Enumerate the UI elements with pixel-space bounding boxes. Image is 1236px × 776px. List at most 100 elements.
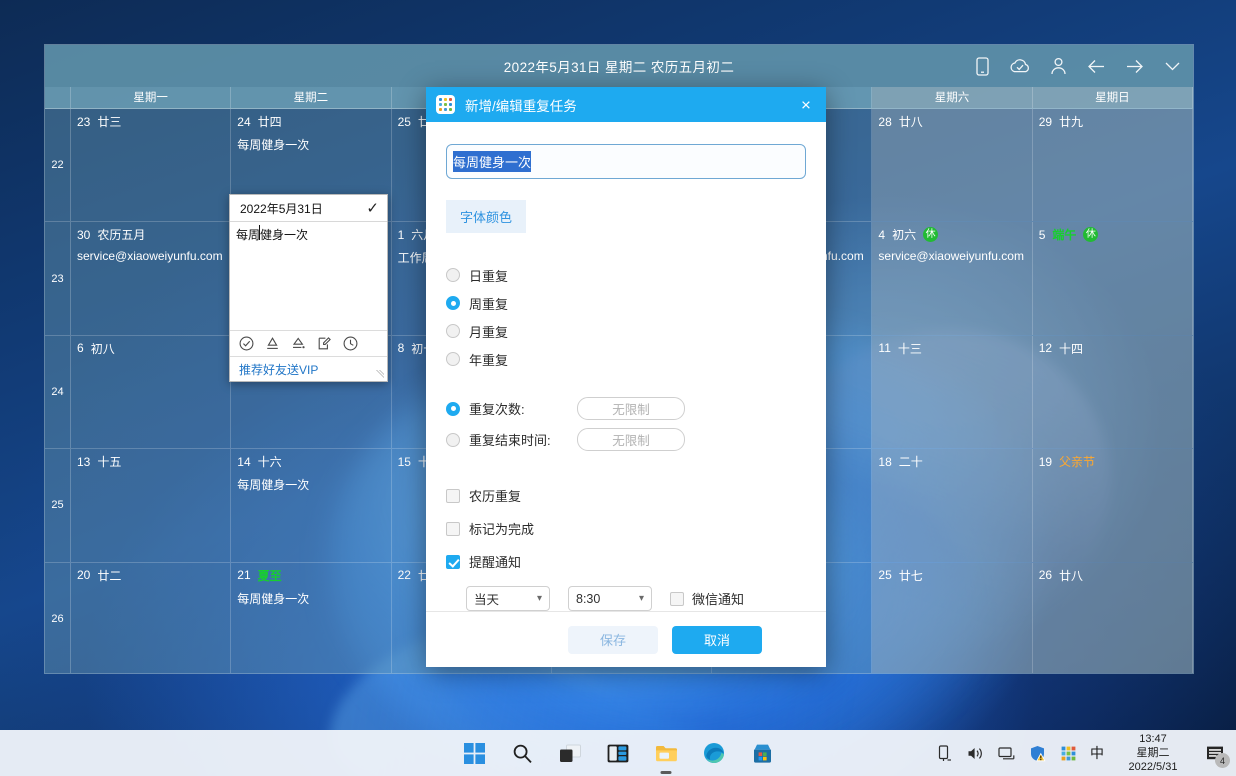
taskbar-app-group: [461, 740, 775, 766]
calendar-day-cell[interactable]: 18二十: [872, 449, 1032, 561]
clock-time: 13:47: [1139, 732, 1167, 746]
system-tray: 中 13:47 星期二 2022/5/31 4: [935, 732, 1228, 774]
notify-time-select[interactable]: 8:30 ▾: [568, 586, 652, 611]
repeat-option-radio[interactable]: [446, 268, 460, 282]
repeat-option-radio[interactable]: [446, 296, 460, 310]
option-checkbox-row[interactable]: 标记为完成: [446, 512, 806, 545]
day-number: 15: [398, 455, 411, 469]
calendar-day-cell[interactable]: 28廿八: [872, 109, 1032, 221]
repeat-option-label: 年重复: [469, 350, 508, 369]
weekday-header-1: 星期一: [71, 87, 231, 108]
task-name-input[interactable]: 每周健身一次: [446, 144, 806, 179]
chevron-down-icon[interactable]: [1161, 55, 1183, 77]
forward-arrow-icon[interactable]: [1123, 55, 1145, 77]
dialog-title: 新增/编辑重复任务: [465, 95, 577, 115]
cloud-sync-icon[interactable]: [1009, 55, 1031, 77]
clock-icon[interactable]: [343, 336, 358, 351]
repeat-option-row[interactable]: 日重复: [446, 261, 806, 289]
check-circle-icon[interactable]: [239, 336, 254, 351]
day-lunar-label: 初六: [892, 226, 916, 243]
volume-icon[interactable]: [966, 744, 984, 762]
edit-note-icon[interactable]: [317, 336, 332, 351]
file-explorer-icon[interactable]: [653, 740, 679, 766]
task-view-icon[interactable]: [557, 740, 583, 766]
repeat-end-radio[interactable]: [446, 402, 460, 416]
calendar-app-tray-icon[interactable]: [1059, 744, 1077, 762]
calendar-day-cell[interactable]: 4初六休service@xiaoweiyunfu.com: [872, 222, 1032, 334]
option-checkbox[interactable]: [446, 522, 460, 536]
repeat-end-input[interactable]: 无限制: [577, 428, 685, 451]
calendar-day-cell[interactable]: 23廿三: [71, 109, 231, 221]
close-icon[interactable]: ×: [796, 96, 816, 113]
day-number: 29: [1039, 115, 1052, 129]
repeat-end-input[interactable]: 无限制: [577, 397, 685, 420]
calendar-day-cell[interactable]: 13十五: [71, 449, 231, 561]
calendar-day-cell[interactable]: 14十六每周健身一次: [231, 449, 391, 561]
resize-grip[interactable]: [376, 370, 384, 378]
calendar-day-cell[interactable]: 21夏至每周健身一次: [231, 563, 391, 674]
widgets-icon[interactable]: [605, 740, 631, 766]
wechat-notify-checkbox[interactable]: [670, 592, 684, 606]
repeat-option-row[interactable]: 年重复: [446, 345, 806, 373]
option-checkbox-group: 农历重复标记为完成提醒通知: [446, 479, 806, 578]
calendar-day-cell[interactable]: 26廿八: [1033, 563, 1193, 674]
option-checkbox-label: 标记为完成: [469, 519, 534, 538]
day-lunar-label: 二十: [899, 453, 923, 470]
day-event-text[interactable]: service@xiaoweiyunfu.com: [878, 249, 1025, 263]
day-event-text[interactable]: 每周健身一次: [237, 590, 384, 607]
day-event-text[interactable]: 每周健身一次: [237, 476, 384, 493]
repeat-option-row[interactable]: 月重复: [446, 317, 806, 345]
taskbar-clock[interactable]: 13:47 星期二 2022/5/31: [1117, 732, 1189, 774]
option-checkbox-row[interactable]: 农历重复: [446, 479, 806, 512]
day-event-text[interactable]: 每周健身一次: [237, 136, 384, 153]
calendar-day-cell[interactable]: 25廿七: [872, 563, 1032, 674]
day-number: 25: [878, 568, 891, 582]
security-shield-icon[interactable]: [1028, 744, 1046, 762]
calendar-day-cell[interactable]: 30农历五月service@xiaoweiyunfu.com: [71, 222, 231, 334]
vip-referral-link[interactable]: 推荐好友送VIP: [239, 361, 318, 378]
day-lunar-label: 廿四: [258, 113, 282, 130]
repeat-task-dialog: 新增/编辑重复任务 × 每周健身一次 字体颜色 日重复周重复月重复年重复 重复次…: [426, 87, 826, 667]
day-event-text[interactable]: service@xiaoweiyunfu.com: [77, 249, 224, 263]
calendar-day-cell[interactable]: 12十四: [1033, 336, 1193, 448]
option-checkbox-row[interactable]: 提醒通知: [446, 545, 806, 578]
option-checkbox[interactable]: [446, 555, 460, 569]
paint-bucket-icon[interactable]: [291, 336, 306, 351]
option-checkbox-label: 农历重复: [469, 486, 521, 505]
ime-indicator[interactable]: 中: [1090, 743, 1104, 763]
calendar-day-cell[interactable]: 29廿九: [1033, 109, 1193, 221]
microsoft-store-icon[interactable]: [749, 740, 775, 766]
windows-taskbar: 中 13:47 星期二 2022/5/31 4: [0, 730, 1236, 776]
search-icon[interactable]: [509, 740, 535, 766]
start-button[interactable]: [461, 740, 487, 766]
usb-eject-icon[interactable]: [935, 744, 953, 762]
repeat-option-radio[interactable]: [446, 324, 460, 338]
cancel-button[interactable]: 取消: [672, 626, 762, 654]
repeat-option-radio[interactable]: [446, 352, 460, 366]
edge-browser-icon[interactable]: [701, 740, 727, 766]
repeat-end-radio[interactable]: [446, 433, 460, 447]
day-number: 4: [878, 228, 885, 242]
account-icon[interactable]: [1047, 55, 1069, 77]
phone-icon[interactable]: [971, 55, 993, 77]
highlighter-icon[interactable]: [265, 336, 280, 351]
notify-day-select[interactable]: 当天 ▾: [466, 586, 550, 611]
repeat-end-label: 重复次数:: [469, 399, 577, 418]
notification-center-button[interactable]: 4: [1202, 740, 1228, 766]
dialog-body: 每周健身一次 字体颜色 日重复周重复月重复年重复 重复次数:无限制重复结束时间:…: [426, 122, 826, 611]
calendar-day-cell[interactable]: 11十三: [872, 336, 1032, 448]
repeat-end-row[interactable]: 重复次数:无限制: [446, 393, 806, 424]
save-button[interactable]: 保存: [568, 626, 658, 654]
option-checkbox[interactable]: [446, 489, 460, 503]
day-popup-body[interactable]: 每周健身一次: [230, 222, 387, 330]
calendar-day-cell[interactable]: 5端午休: [1033, 222, 1193, 334]
repeat-option-row[interactable]: 周重复: [446, 289, 806, 317]
network-icon[interactable]: [997, 744, 1015, 762]
calendar-day-cell[interactable]: 19父亲节: [1033, 449, 1193, 561]
repeat-end-row[interactable]: 重复结束时间:无限制: [446, 424, 806, 455]
check-icon[interactable]: ✓: [366, 201, 379, 216]
back-arrow-icon[interactable]: [1085, 55, 1107, 77]
calendar-day-cell[interactable]: 20廿二: [71, 563, 231, 674]
font-color-button[interactable]: 字体颜色: [446, 200, 526, 233]
calendar-day-cell[interactable]: 6初八: [71, 336, 231, 448]
